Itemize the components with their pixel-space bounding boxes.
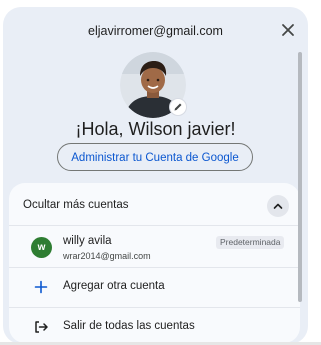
close-icon (282, 24, 294, 36)
account-avatar: w (31, 237, 52, 258)
chevron-up-icon (273, 203, 283, 209)
account-name: willy avila (63, 235, 112, 247)
accounts-toggle-label: Ocultar más cuentas (23, 199, 129, 211)
divider (9, 307, 300, 308)
manage-account-button[interactable]: Administrar tu Cuenta de Google (57, 143, 253, 171)
close-button[interactable] (278, 20, 298, 40)
logout-icon (35, 321, 48, 333)
divider (9, 267, 300, 268)
collapse-accounts-button[interactable] (267, 195, 289, 217)
current-account-email: eljavirromer@gmail.com (88, 24, 223, 38)
sign-out-all-label: Salir de todas las cuentas (63, 320, 195, 332)
edit-photo-button[interactable] (170, 99, 186, 115)
sign-out-all-button[interactable]: Salir de todas las cuentas (9, 309, 300, 343)
default-badge: Predeterminada (216, 236, 285, 249)
scrollbar[interactable] (298, 52, 302, 302)
greeting-heading: ¡Hola, Wilson javier! (75, 119, 236, 139)
add-account-label: Agregar otra cuenta (63, 280, 165, 292)
pencil-icon (174, 103, 182, 111)
accounts-card: Ocultar más cuentas w willy avila wrar20… (9, 183, 300, 343)
account-panel: eljavirromer@gmail.com ¡Hola, Wilson jav… (3, 7, 308, 344)
add-account-button[interactable]: Agregar otra cuenta (9, 269, 300, 305)
account-email: wrar2014@gmail.com (63, 251, 151, 261)
plus-icon (34, 280, 48, 294)
account-item[interactable]: w willy avila wrar2014@gmail.com Predete… (9, 225, 300, 267)
